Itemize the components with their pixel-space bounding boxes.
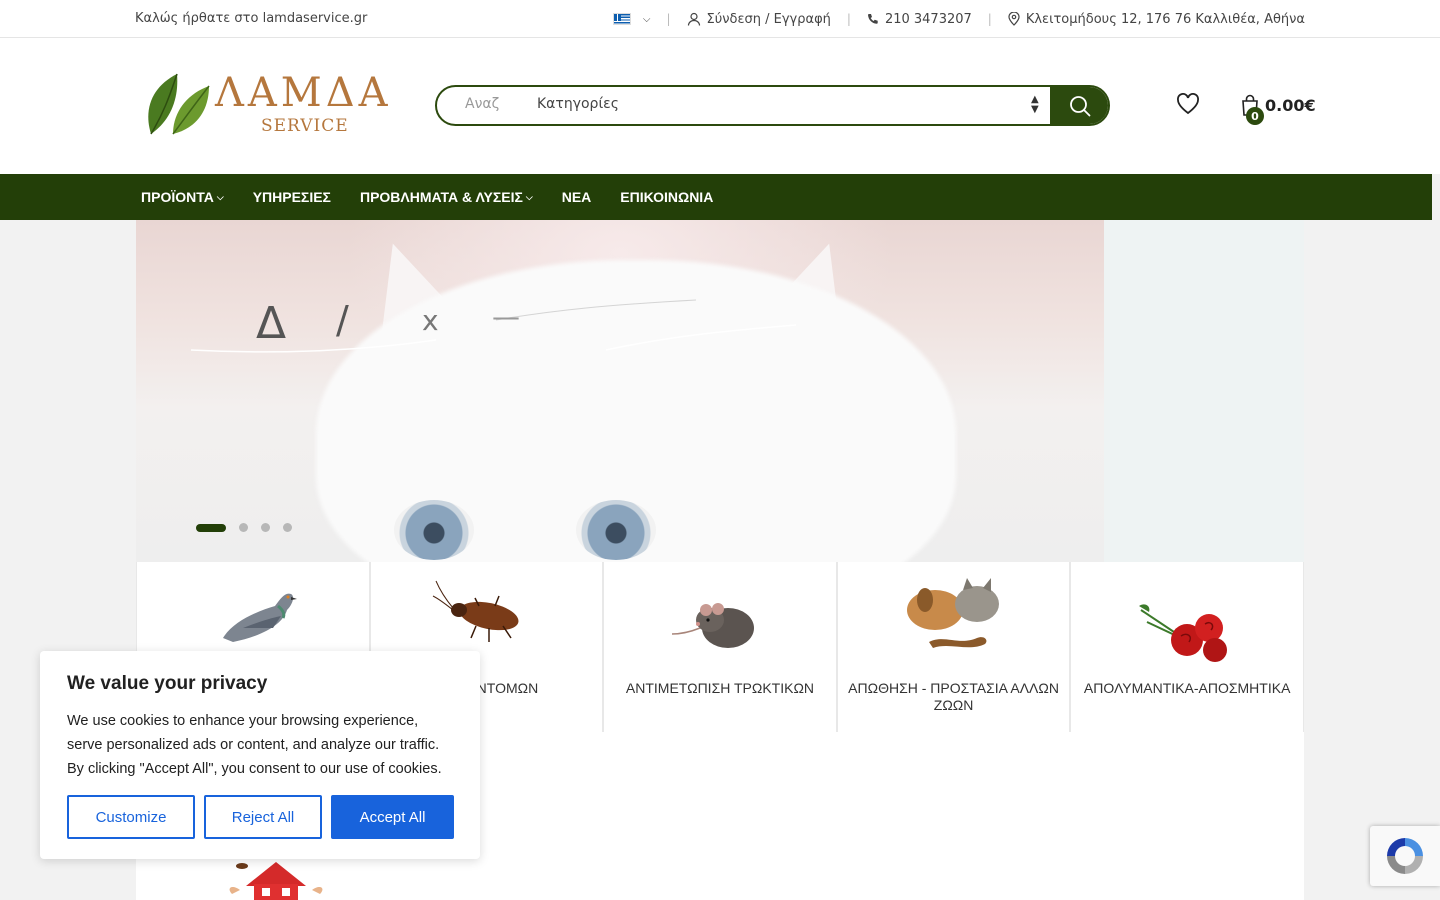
cockroach-icon [433, 580, 519, 642]
hero-animated-letter: / [336, 298, 349, 342]
reject-all-button[interactable]: Reject All [204, 795, 322, 839]
welcome-text: Καλώς ήρθατε στο lamdaservice.gr [135, 11, 368, 26]
slider-pagination [196, 523, 292, 532]
chevron-down-icon: ⌵ [525, 191, 533, 202]
category-card-disinfectants[interactable]: ΑΠΟΛΥΜΑΝΤΙΚΑ-ΑΠΟΣΜΗΤΙΚΑ [1070, 562, 1304, 732]
logo-text-service: SERVICE [261, 116, 349, 136]
greek-flag-icon [612, 13, 631, 25]
leaf-logo-icon [148, 73, 210, 135]
chevron-down-icon: ⌵ [216, 191, 224, 202]
pets-icon [906, 578, 999, 648]
search-bar: Κατηγορίες ▲▼ [435, 85, 1110, 126]
hero-slider[interactable]: Δ / x — [136, 220, 1304, 562]
category-card-rodents[interactable]: ΑΝΤΙΜΕΤΩΠΙΣΗ ΤΡΩΚΤΙΚΩΝ [603, 562, 837, 732]
chevron-down-icon: ⌵ [642, 13, 651, 25]
select-arrows-icon: ▲ ▼ [1031, 94, 1039, 115]
phone-icon [867, 14, 878, 24]
whiskers [190, 299, 797, 353]
category-label: ΑΠΟΛΥΜΑΝΤΙΚΑ-ΑΠΟΣΜΗΤΙΚΑ [1083, 680, 1291, 696]
address-text: Κλειτομήδους 12, 176 76 Καλλιθέα, Αθήνα [1025, 11, 1305, 27]
search-button[interactable] [1050, 87, 1108, 124]
rat-icon [671, 603, 754, 648]
cart-count-badge: 0 [1246, 107, 1264, 125]
heart-icon [1177, 93, 1199, 115]
nav-item-contact[interactable]: ΕΠΙΚΟΙΝΩΝΙΑ [620, 189, 713, 205]
recaptcha-badge[interactable] [1370, 826, 1440, 886]
map-pin-icon [1008, 12, 1020, 26]
nav-item-products[interactable]: ΠΡΟΪΟΝΤΑ ⌵ [141, 189, 224, 205]
header: ΛΑΜΔΑ SERVICE Κατηγορίες ▲▼ 0 0.00€ [0, 38, 1440, 174]
language-selector[interactable]: ⌵ [612, 13, 651, 25]
search-input[interactable] [465, 96, 525, 112]
cart-total: 0.00€ [1265, 96, 1316, 115]
cookie-consent-banner: We value your privacy We use cookies to … [40, 651, 480, 859]
pigeon-icon [222, 593, 297, 642]
login-label: Σύνδεση / Εγγραφή [706, 11, 831, 27]
slider-dot-3[interactable] [261, 523, 270, 532]
main-navigation: ΠΡΟΪΟΝΤΑ ⌵ ΥΠΗΡΕΣΙΕΣ ΠΡΟΒΛΗΜΑΤΑ & ΛΥΣΕΙΣ ⌵… [0, 174, 1432, 220]
site-logo[interactable]: ΛΑΜΔΑ SERVICE [143, 68, 398, 143]
hero-animated-letter: Δ [256, 298, 287, 349]
category-label: ΑΠΩΘΗΣΗ - ΠΡΟΣΤΑΣΙΑ ΑΛΛΩΝ ΖΩΩΝ [848, 680, 1059, 713]
slider-dot-2[interactable] [239, 523, 248, 532]
roses-icon [1139, 604, 1228, 662]
category-card-other-animals[interactable]: ΑΠΩΘΗΣΗ - ΠΡΟΣΤΑΣΙΑ ΑΛΛΩΝ ΖΩΩΝ [836, 562, 1071, 732]
phone-number: 210 3473207 [884, 11, 972, 27]
accept-all-button[interactable]: Accept All [331, 795, 454, 839]
cookie-title: We value your privacy [67, 673, 268, 694]
search-icon [1070, 95, 1091, 116]
user-icon [687, 12, 700, 26]
top-bar: Καλώς ήρθατε στο lamdaservice.gr ⌵ | Σύν… [0, 0, 1440, 38]
recaptcha-icon [1387, 838, 1423, 874]
cookie-buttons: Customize Reject All Accept All [67, 795, 454, 839]
customize-button[interactable]: Customize [67, 795, 195, 839]
hero-cat-image [136, 220, 1104, 562]
hero-animated-letter: x [422, 304, 439, 337]
logo-text-lamda: ΛΑΜΔΑ [215, 70, 392, 116]
wishlist-button[interactable] [1176, 93, 1202, 119]
nav-item-news[interactable]: ΝΕΑ [562, 189, 592, 205]
cart-button[interactable]: 0 0.00€ [1240, 93, 1316, 133]
top-bar-right: ⌵ | Σύνδεση / Εγγραφή | 210 3473207 | Κλ… [612, 0, 1305, 38]
cookie-text: We use cookies to enhance your browsing … [67, 713, 442, 777]
slider-dot-4[interactable] [283, 523, 292, 532]
category-label: ΑΝΤΙΜΕΤΩΠΙΣΗ ΤΡΩΚΤΙΚΩΝ [625, 680, 815, 696]
address-link[interactable]: Κλειτομήδους 12, 176 76 Καλλιθέα, Αθήνα [1008, 12, 1305, 27]
nav-item-problems-solutions[interactable]: ΠΡΟΒΛΗΜΑΤΑ & ΛΥΣΕΙΣ ⌵ [360, 189, 533, 205]
login-link[interactable]: Σύνδεση / Εγγραφή [687, 12, 831, 27]
nav-item-services[interactable]: ΥΠΗΡΕΣΙΕΣ [253, 189, 331, 205]
slider-dot-1[interactable] [196, 523, 226, 532]
category-select[interactable]: Κατηγορίες [537, 96, 619, 112]
house-icon [229, 862, 323, 900]
hero-animated-letter: — [492, 300, 520, 333]
phone-link[interactable]: 210 3473207 [867, 12, 972, 27]
